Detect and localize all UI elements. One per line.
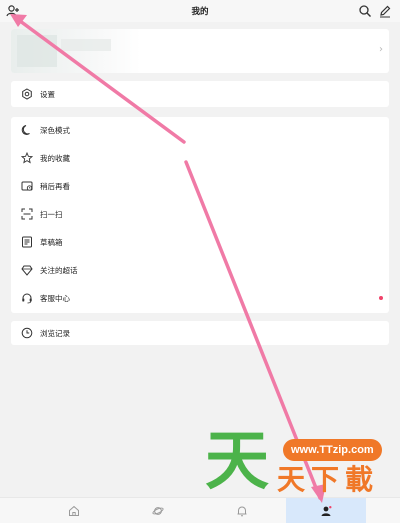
watermark: 天 www.TTzip.com 天下載 [205, 430, 395, 500]
watermark-site: www.TTzip.com [283, 439, 382, 461]
arrow-to-add-friend [14, 16, 186, 144]
watermark-logo: 天 [205, 425, 269, 499]
watermark-text: 天下載 [277, 463, 380, 496]
